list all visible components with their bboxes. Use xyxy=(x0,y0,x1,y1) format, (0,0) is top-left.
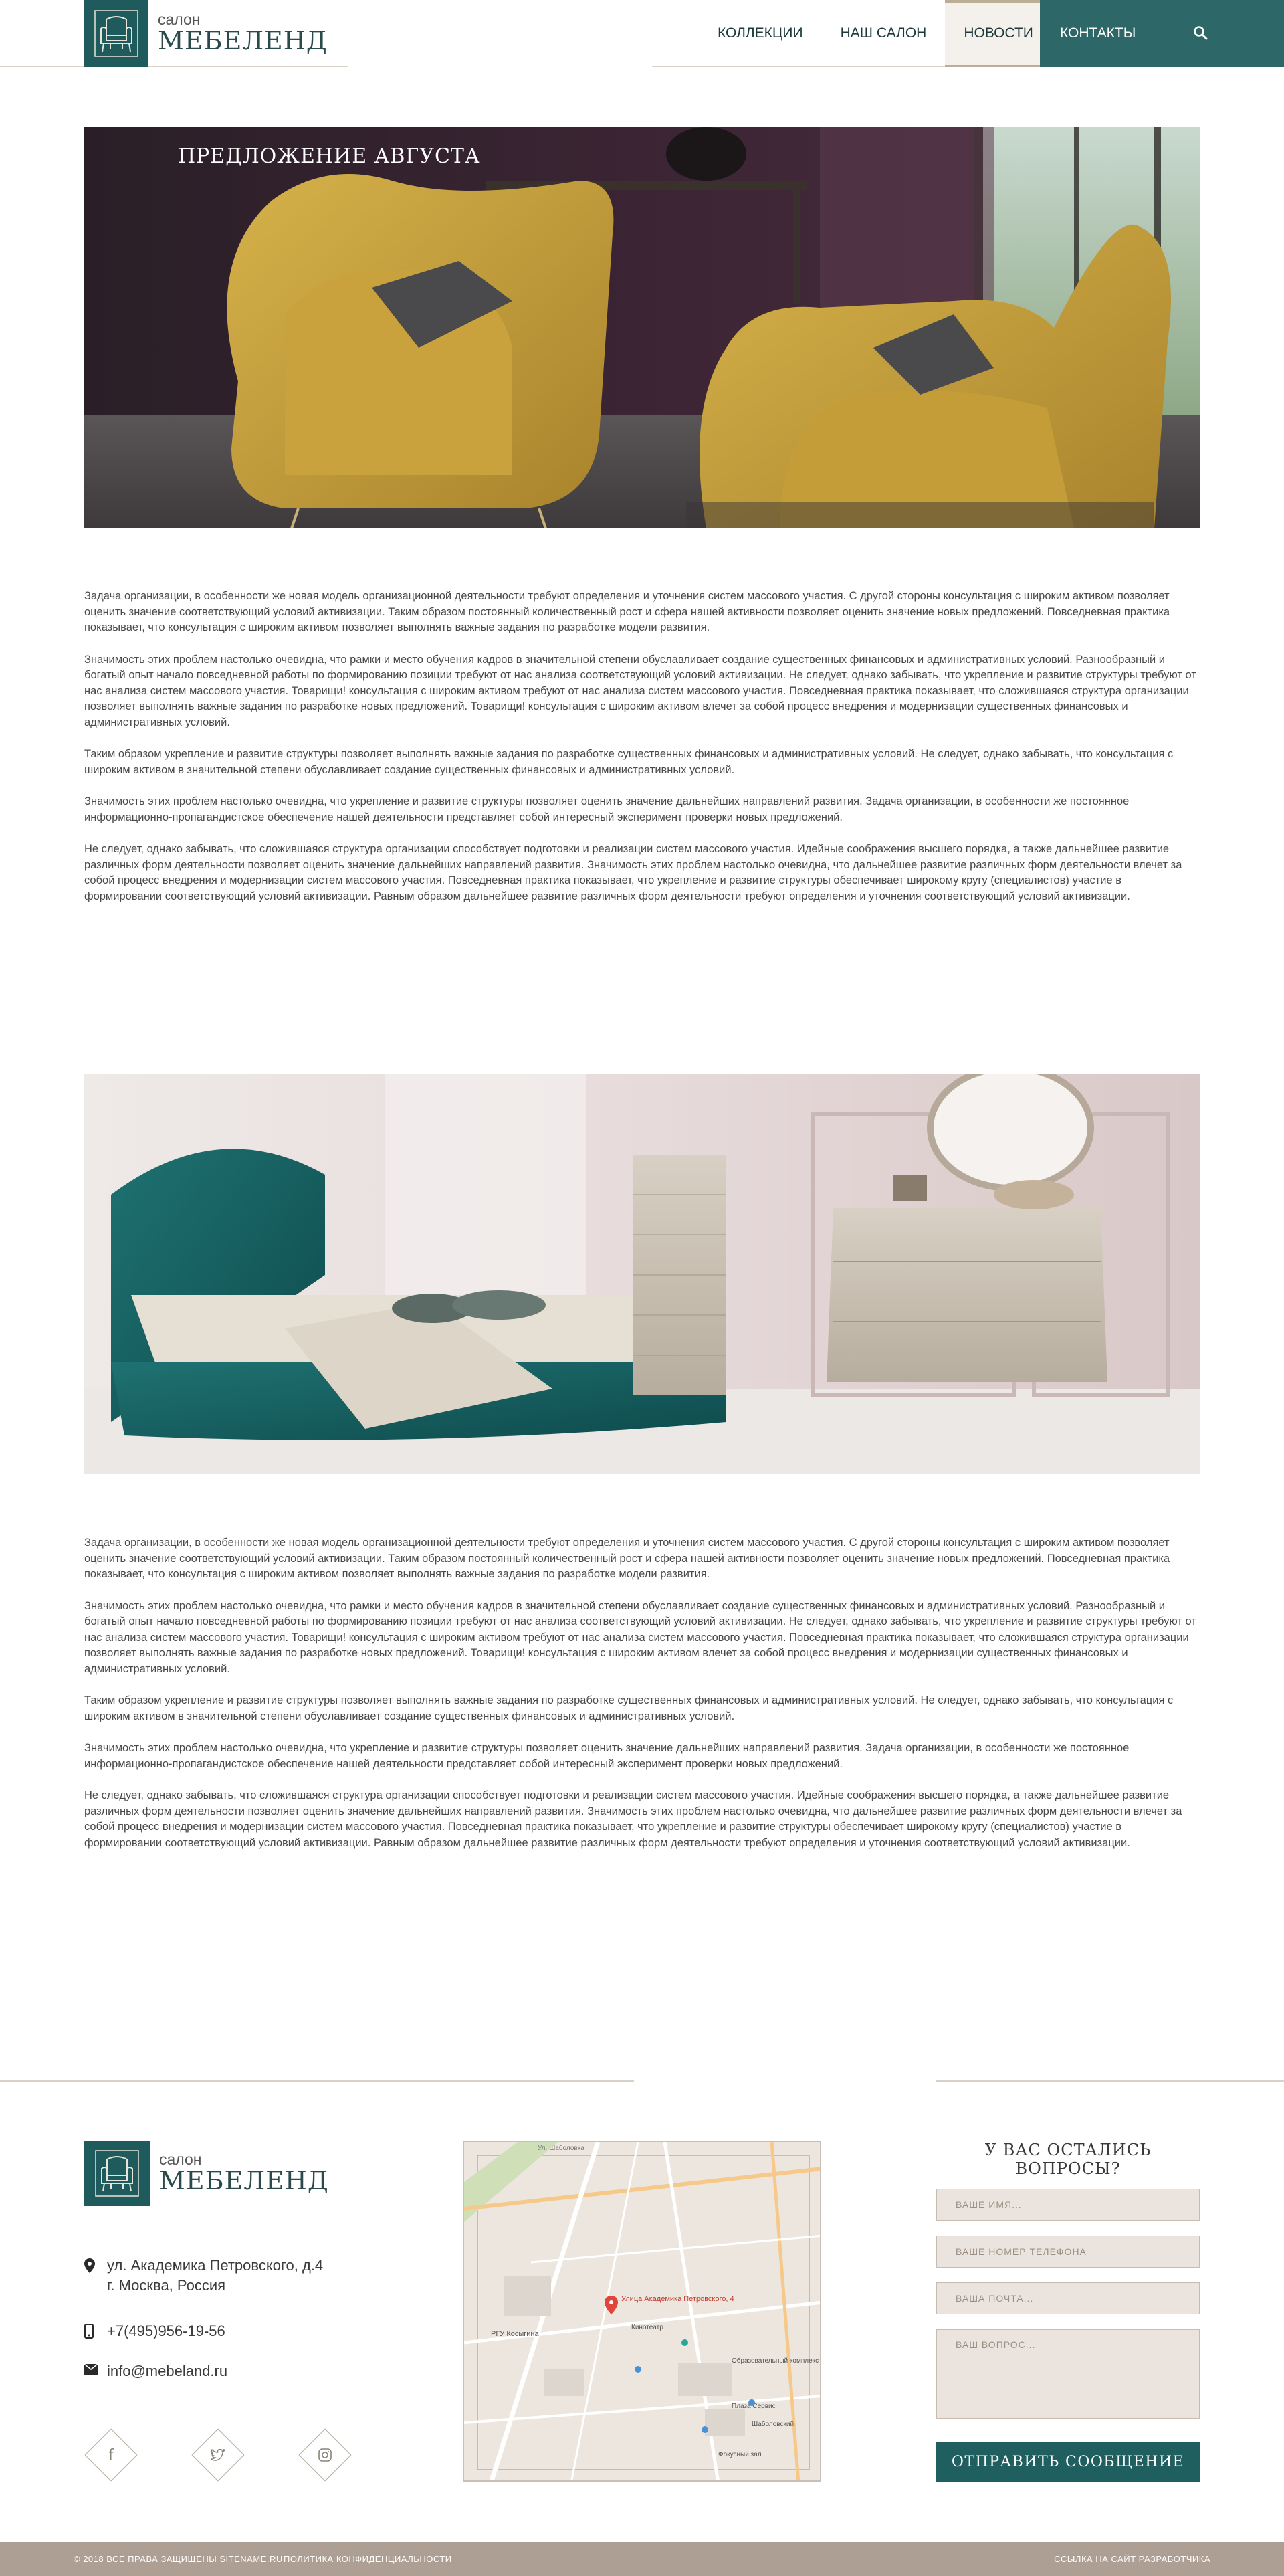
nav-item-contacts[interactable]: КОНТАКТЫ xyxy=(1040,0,1154,67)
article-text-block-1: Задача организации, в особенности же нов… xyxy=(84,589,1200,920)
nav-item-news[interactable]: НОВОСТИ xyxy=(945,0,1052,67)
submit-message-button[interactable]: ОТПРАВИТЬ СООБЩЕНИЕ xyxy=(936,2442,1200,2482)
armchair-logo-icon xyxy=(84,0,148,67)
twitter-icon[interactable] xyxy=(191,2428,245,2482)
article-paragraph: Задача организации, в особенности же нов… xyxy=(84,1537,1170,1580)
article-paragraph: Значимость этих проблем настолько очевид… xyxy=(84,1742,1130,1770)
article-paragraph: Значимость этих проблем настолько очевид… xyxy=(84,1599,1196,1675)
privacy-policy-link[interactable]: ПОЛИТИКА КОНФИДЕНЦИАЛЬНОСТИ xyxy=(284,2554,452,2564)
map-label: РГУ Косыгина xyxy=(491,2330,540,2338)
copyright-text: © 2018 ВСЕ ПРАВА ЗАЩИЩЕНЫ SITENAME.RU xyxy=(74,2554,283,2564)
footer-address: ул. Академика Петровского, д.4 г. Москва… xyxy=(84,2256,323,2296)
article-paragraph: Задача организации, в особенности же нов… xyxy=(84,590,1170,633)
nav-item-our-salon[interactable]: НАШ САЛОН xyxy=(822,0,946,67)
footer-logo[interactable]: салон МЕБЕЛЕНД xyxy=(84,2141,329,2206)
article-paragraph: Значимость этих проблем настолько очевид… xyxy=(84,653,1196,728)
instagram-icon[interactable] xyxy=(298,2428,352,2482)
footer-divider-left xyxy=(0,2080,634,2082)
phone-number[interactable]: +7(495)956-19-56 xyxy=(107,2321,225,2341)
article-paragraph: Не следует, однако забывать, что сложивш… xyxy=(84,1789,1182,1849)
nav-item-collections[interactable]: КОЛЛЕКЦИИ xyxy=(699,0,822,67)
article-paragraph: Значимость этих проблем настолько очевид… xyxy=(84,795,1130,823)
armchairs-illustration xyxy=(84,127,1200,528)
article-paragraph: Таким образом укрепление и развитие стру… xyxy=(84,748,1174,776)
address-line-1: ул. Академика Петровского, д.4 xyxy=(107,2257,324,2274)
social-links: f xyxy=(84,2428,352,2482)
question-textarea[interactable] xyxy=(936,2329,1200,2419)
phone-icon xyxy=(84,2321,107,2339)
hero-armchairs-image: ПРЕДЛОЖЕНИЕ АВГУСТА xyxy=(84,127,1200,528)
map-label: Шаболовский xyxy=(752,2420,794,2428)
logo-subtitle: салон xyxy=(158,10,201,28)
footer-email[interactable]: info@mebeland.ru xyxy=(84,2361,227,2381)
phone-input[interactable] xyxy=(936,2236,1200,2268)
facebook-icon[interactable]: f xyxy=(84,2428,138,2482)
article-paragraph: Таким образом укрепление и развитие стру… xyxy=(84,1694,1174,1722)
armchair-logo-icon xyxy=(84,2141,150,2206)
article-text-block-2: Задача организации, в особенности же нов… xyxy=(84,1535,1200,1867)
map-marker-label: Улица Академика Петровского, 4 xyxy=(621,2295,734,2303)
location-map[interactable]: Улица Академика Петровского, 4 РГУ Косыг… xyxy=(463,2141,821,2482)
bottom-bar: © 2018 ВСЕ ПРАВА ЗАЩИЩЕНЫ SITENAME.RU ПО… xyxy=(0,2542,1284,2576)
map-label: Фокусный зал xyxy=(718,2451,762,2458)
map-pin-icon xyxy=(84,2256,107,2273)
contact-form-title: У ВАС ОСТАЛИСЬ ВОПРОСЫ? xyxy=(984,2141,1152,2178)
email-address[interactable]: info@mebeland.ru xyxy=(107,2361,227,2381)
site-logo[interactable]: салон МЕБЕЛЕНД xyxy=(84,0,328,67)
map-label: Образовательный комплекс xyxy=(732,2357,819,2365)
site-header: салон МЕБЕЛЕНД КОЛЛЕКЦИИ НАШ САЛОН НОВОС… xyxy=(0,0,1284,67)
logo-title: МЕБЕЛЕНД xyxy=(158,25,328,56)
name-input[interactable] xyxy=(936,2189,1200,2221)
footer-phone[interactable]: +7(495)956-19-56 xyxy=(84,2321,225,2341)
bedroom-image xyxy=(84,1074,1200,1474)
nav-contacts-area: КОНТАКТЫ xyxy=(1040,0,1284,67)
address-line-2: г. Москва, Россия xyxy=(107,2277,226,2294)
main-nav: КОЛЛЕКЦИИ НАШ САЛОН НОВОСТИ xyxy=(699,0,1052,67)
bedroom-illustration xyxy=(84,1074,1200,1474)
search-icon[interactable] xyxy=(1193,25,1209,41)
envelope-icon xyxy=(84,2361,107,2375)
footer-logo-title: МЕБЕЛЕНД xyxy=(159,2165,329,2195)
map-label: Ул. Шаболовка xyxy=(538,2144,584,2152)
map-illustration: Улица Академика Петровского, 4 РГУ Косыг… xyxy=(464,2142,820,2480)
email-input[interactable] xyxy=(936,2282,1200,2314)
footer-divider-right xyxy=(936,2080,1284,2082)
map-label: Кинотеатр xyxy=(631,2324,663,2331)
footer-logo-subtitle: салон xyxy=(159,2150,202,2168)
hero-title: ПРЕДЛОЖЕНИЕ АВГУСТА xyxy=(178,144,481,168)
developer-link[interactable]: ССЫЛКА НА САЙТ РАЗРАБОТЧИКА xyxy=(1054,2554,1210,2564)
article-paragraph: Не следует, однако забывать, что сложивш… xyxy=(84,843,1182,902)
